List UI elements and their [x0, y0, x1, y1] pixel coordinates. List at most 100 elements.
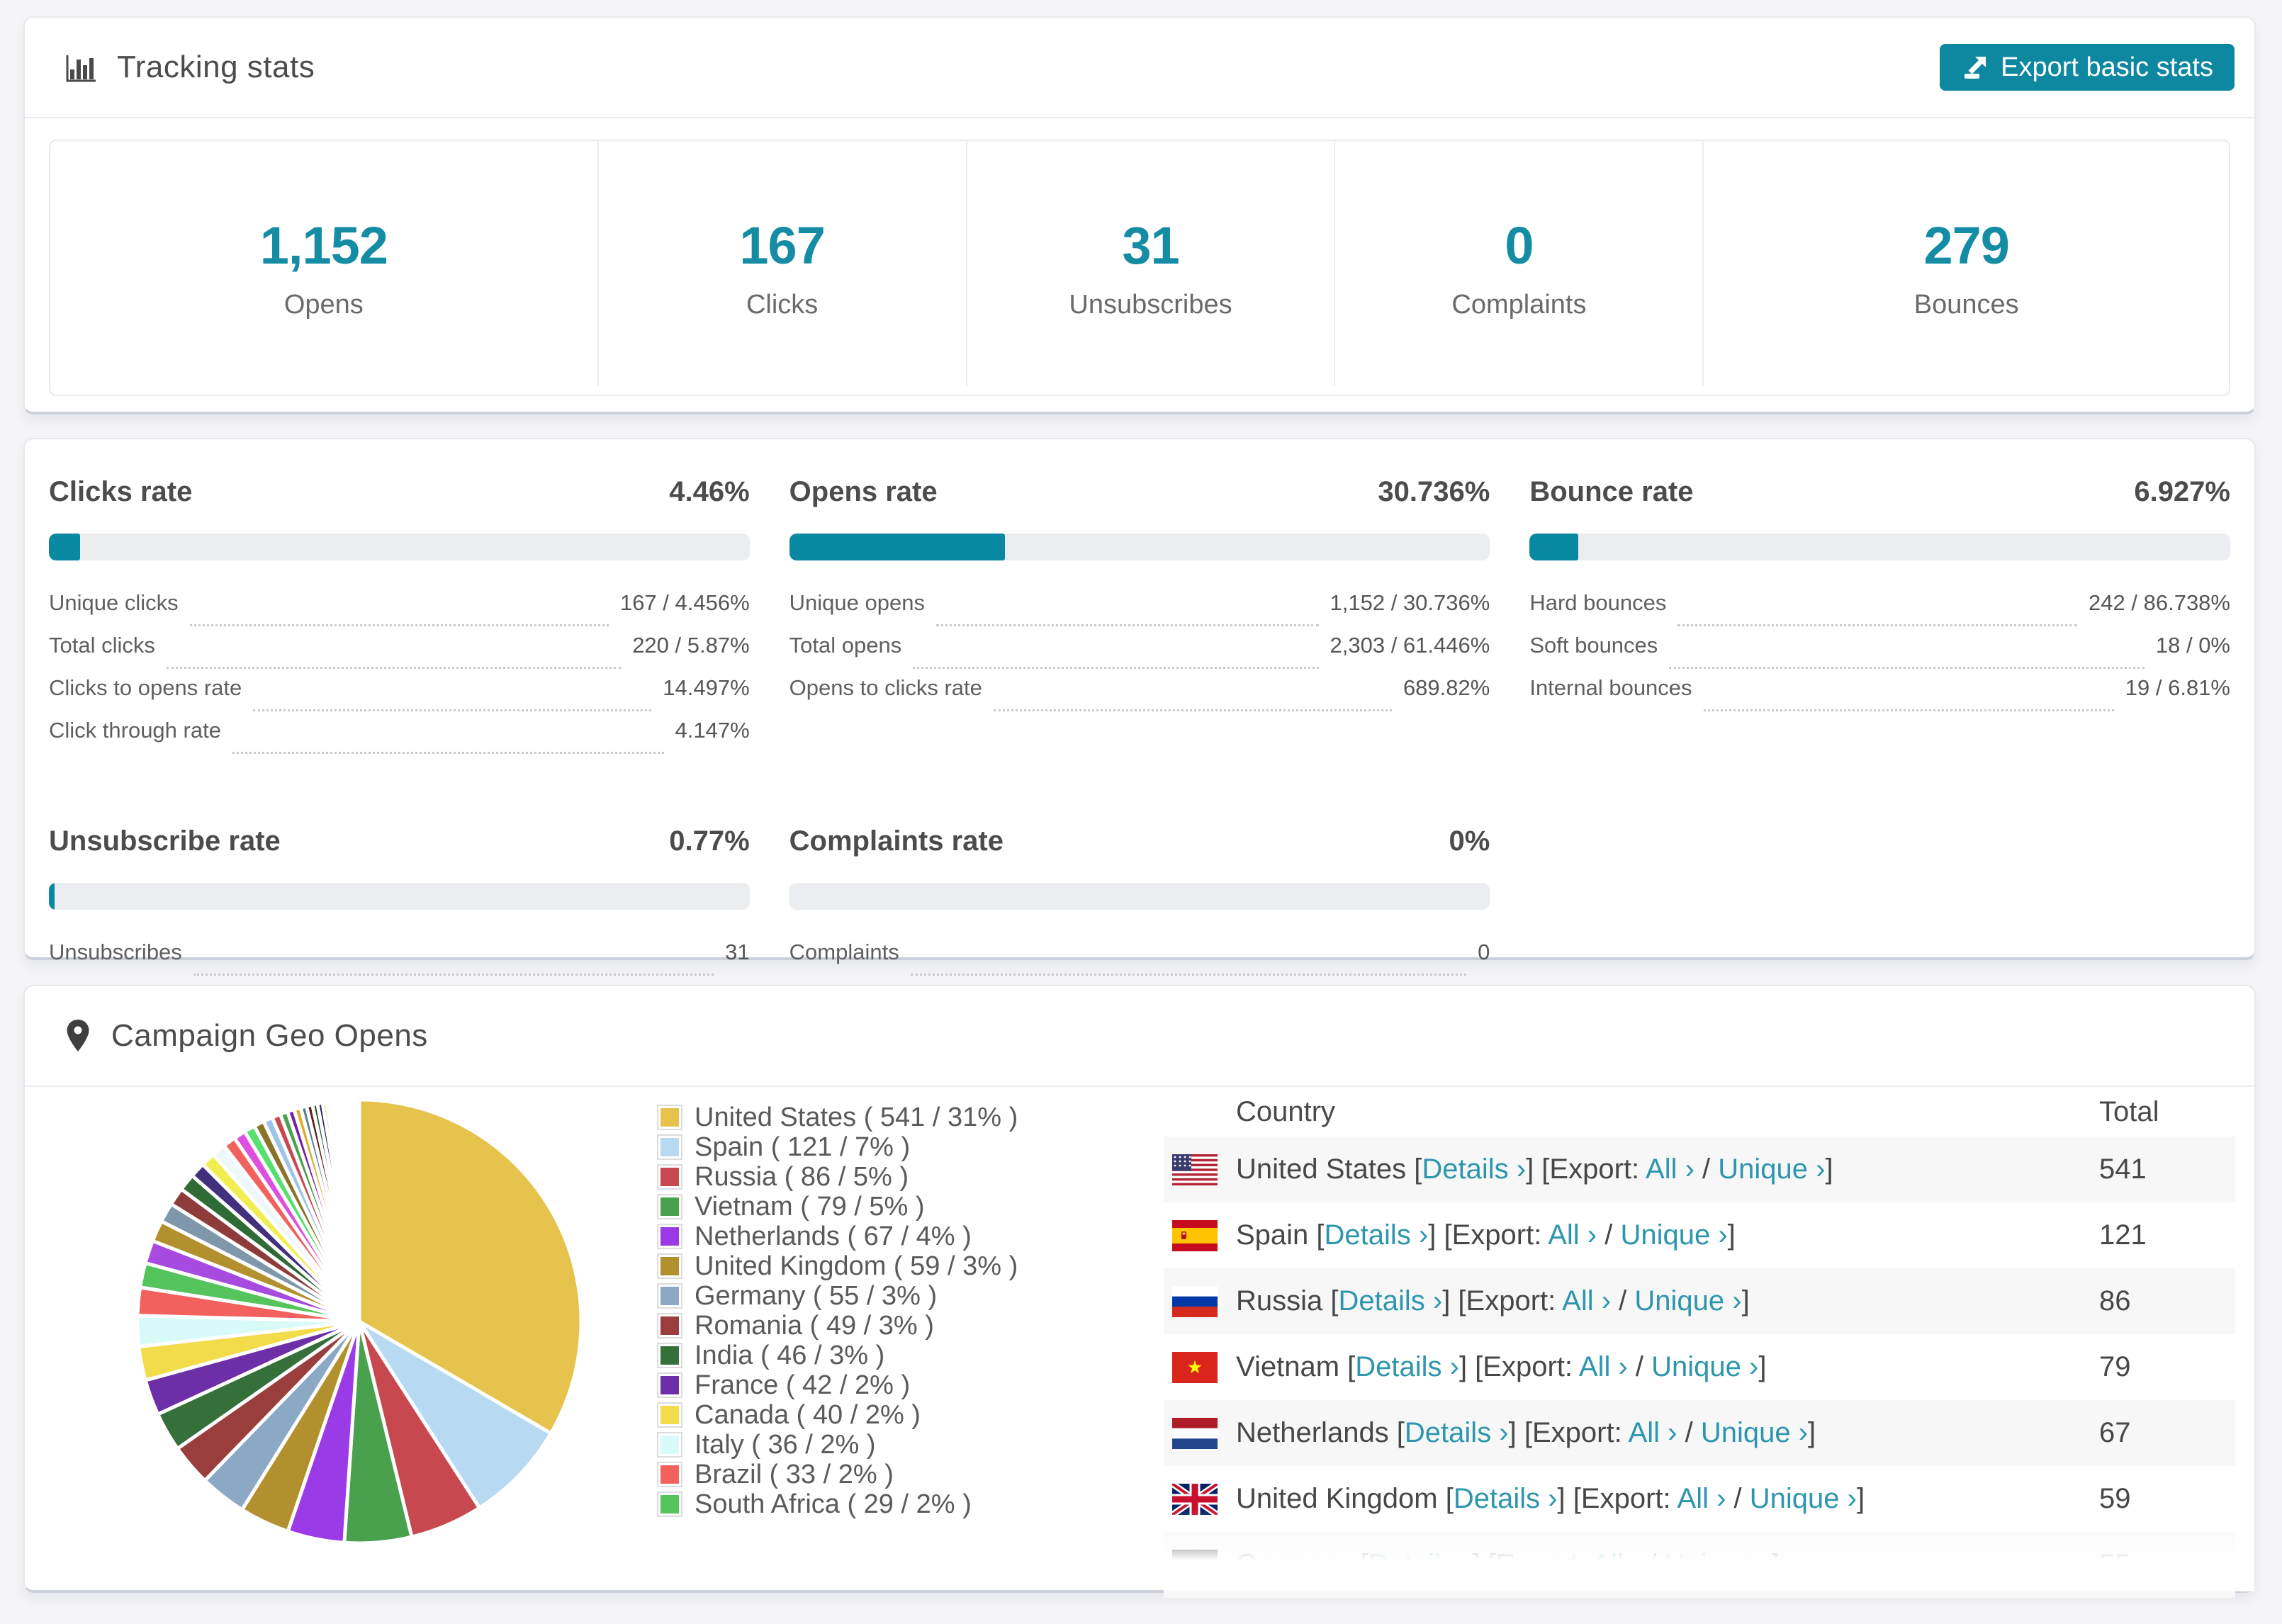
- geo-table-header: Country Total: [1164, 1087, 2235, 1137]
- details-link[interactable]: Details ›: [1368, 1549, 1473, 1580]
- export-all-link[interactable]: All ›: [1548, 1219, 1597, 1251]
- export-label: Export:: [1549, 1154, 1646, 1185]
- bracket: ] [: [1458, 1351, 1483, 1382]
- legend-label: United Kingdom ( 59 / 3% ): [695, 1251, 1018, 1281]
- country-name: United States: [1236, 1154, 1407, 1185]
- export-unique-link[interactable]: Unique ›: [1651, 1351, 1758, 1382]
- country-cell: Vietnam [Details ›] [Export: All › / Uni…: [1236, 1351, 2099, 1383]
- summary-value: 31: [1122, 216, 1179, 275]
- dotted-leader: [913, 667, 1319, 669]
- rate-detail-value: 31: [725, 940, 750, 964]
- export-unique-link[interactable]: Unique ›: [1718, 1154, 1825, 1185]
- legend-label: Romania ( 49 / 3% ): [695, 1310, 934, 1341]
- details-link[interactable]: Details ›: [1355, 1351, 1459, 1382]
- details-link[interactable]: Details ›: [1325, 1219, 1429, 1251]
- flag-russia-icon: [1172, 1285, 1218, 1317]
- unsubscribe-rate-bar: [49, 883, 750, 910]
- export-unique-link[interactable]: Unique ›: [1620, 1219, 1727, 1251]
- details-link[interactable]: Details ›: [1405, 1417, 1509, 1448]
- bracket: ] [: [1428, 1219, 1452, 1251]
- legend-swatch-icon: [661, 1168, 679, 1186]
- dotted-leader: [935, 624, 1319, 626]
- bar-chart-icon: [64, 51, 97, 84]
- tracking-stats-header: Tracking stats Export basic stats: [25, 18, 2254, 118]
- export-all-link[interactable]: All ›: [1592, 1549, 1641, 1580]
- geo-title: Campaign Geo Opens: [111, 1018, 428, 1053]
- bracket: [: [1308, 1219, 1325, 1251]
- export-all-link[interactable]: All ›: [1629, 1417, 1677, 1448]
- legend-swatch-icon: [661, 1257, 679, 1275]
- rate-detail-label: Internal bounces: [1529, 675, 1692, 700]
- bracket: ] [: [1472, 1549, 1496, 1580]
- legend-item: Italy ( 36 / 2% ): [661, 1430, 1018, 1460]
- details-link[interactable]: Details ›: [1339, 1285, 1443, 1316]
- legend-label: South Africa ( 29 / 2% ): [695, 1489, 972, 1519]
- geo-table-row: Russia [Details ›] [Export: All › / Uniq…: [1164, 1268, 2235, 1334]
- details-link[interactable]: Details ›: [1422, 1154, 1526, 1185]
- flag-netherlands-icon: [1172, 1417, 1218, 1449]
- export-icon: [1961, 53, 1989, 81]
- geo-pie-chart[interactable]: [130, 1093, 588, 1550]
- geo-content: United States ( 541 / 31% ) Spain ( 121 /…: [25, 1087, 2254, 1598]
- bracket: ]: [1727, 1219, 1736, 1251]
- rate-detail-row: Internal bounces 19 / 6.81%: [1529, 675, 2230, 718]
- export-label: Export:: [1580, 1483, 1677, 1514]
- opens-rate-block: Opens rate 30.736% Unique opens 1,152 / 3…: [789, 476, 1490, 760]
- legend-swatch-icon: [661, 1346, 679, 1365]
- slash: /: [1677, 1417, 1701, 1448]
- complaints-rate-value: 0%: [1449, 825, 1490, 857]
- rate-detail-label: Opens to clicks rate: [789, 675, 982, 700]
- flag-united-states-icon: [1172, 1154, 1218, 1185]
- export-basic-stats-button[interactable]: Export basic stats: [1940, 44, 2235, 91]
- legend-label: India ( 46 / 3% ): [695, 1340, 885, 1370]
- details-link[interactable]: Details ›: [1454, 1483, 1558, 1514]
- legend-item: Russia ( 86 / 5% ): [661, 1162, 1018, 1192]
- total-cell: 79: [2099, 1351, 2131, 1382]
- bracket: [: [1339, 1351, 1356, 1382]
- slash: /: [1597, 1219, 1621, 1251]
- legend-swatch-icon: [661, 1138, 679, 1156]
- rate-detail-label: Unique clicks: [49, 590, 179, 615]
- rate-detail-value: 167 / 4.456%: [619, 590, 750, 615]
- country-cell: Netherlands [Details ›] [Export: All › /…: [1236, 1417, 2099, 1449]
- summary-cell-bounces: 279 Bounces: [1704, 141, 2229, 386]
- export-unique-link[interactable]: Unique ›: [1665, 1549, 1772, 1580]
- unsubscribe-rate-title: Unsubscribe rate: [49, 825, 281, 857]
- legend-swatch-icon: [661, 1227, 679, 1246]
- rate-detail-value: 4.147%: [675, 718, 750, 743]
- rate-detail-row: Total clicks 220 / 5.87%: [49, 633, 750, 675]
- export-unique-link[interactable]: Unique ›: [1750, 1483, 1857, 1514]
- export-all-link[interactable]: All ›: [1579, 1351, 1628, 1382]
- legend-item: Canada ( 40 / 2% ): [661, 1400, 1018, 1430]
- legend-swatch-icon: [661, 1436, 679, 1454]
- legend-label: Spain ( 121 / 7% ): [695, 1132, 911, 1162]
- rate-detail-value: 0: [1478, 940, 1490, 964]
- complaints-rate-bar: [789, 883, 1490, 910]
- dotted-leader: [232, 752, 664, 754]
- bracket: ]: [1825, 1154, 1833, 1185]
- bounce-rate-block: Bounce rate 6.927% Hard bounces 242 / 86.…: [1529, 476, 2230, 760]
- export-unique-link[interactable]: Unique ›: [1701, 1417, 1808, 1448]
- bounce-rate-value: 6.927%: [2134, 476, 2230, 507]
- geo-table-row: United Kingdom [Details ›] [Export: All …: [1164, 1466, 2235, 1532]
- legend-item: Germany ( 55 / 3% ): [661, 1281, 1018, 1311]
- rate-detail-row: Click through rate 4.147%: [49, 718, 750, 760]
- export-all-link[interactable]: All ›: [1646, 1154, 1694, 1185]
- country-name: Russia: [1236, 1285, 1323, 1316]
- export-all-link[interactable]: All ›: [1562, 1285, 1611, 1316]
- country-name: Spain: [1236, 1219, 1309, 1251]
- opens-rate-value: 30.736%: [1378, 476, 1490, 507]
- page-title: Tracking stats: [117, 50, 315, 84]
- export-unique-link[interactable]: Unique ›: [1634, 1285, 1741, 1316]
- rate-detail-label: Hard bounces: [1529, 590, 1667, 615]
- legend-item: Vietnam ( 79 / 5% ): [661, 1192, 1018, 1222]
- rate-detail-row: Hard bounces 242 / 86.738%: [1529, 590, 2230, 633]
- export-all-link[interactable]: All ›: [1677, 1483, 1726, 1514]
- bracket: ]: [1741, 1285, 1750, 1316]
- geo-header: Campaign Geo Opens: [25, 986, 2254, 1087]
- rate-detail-label: Click through rate: [49, 718, 221, 743]
- legend-swatch-icon: [661, 1197, 679, 1216]
- flag-vietnam-icon: [1172, 1351, 1218, 1383]
- country-cell: United Kingdom [Details ›] [Export: All …: [1236, 1483, 2099, 1515]
- geo-table-row: Spain [Details ›] [Export: All › / Uniqu…: [1164, 1202, 2235, 1268]
